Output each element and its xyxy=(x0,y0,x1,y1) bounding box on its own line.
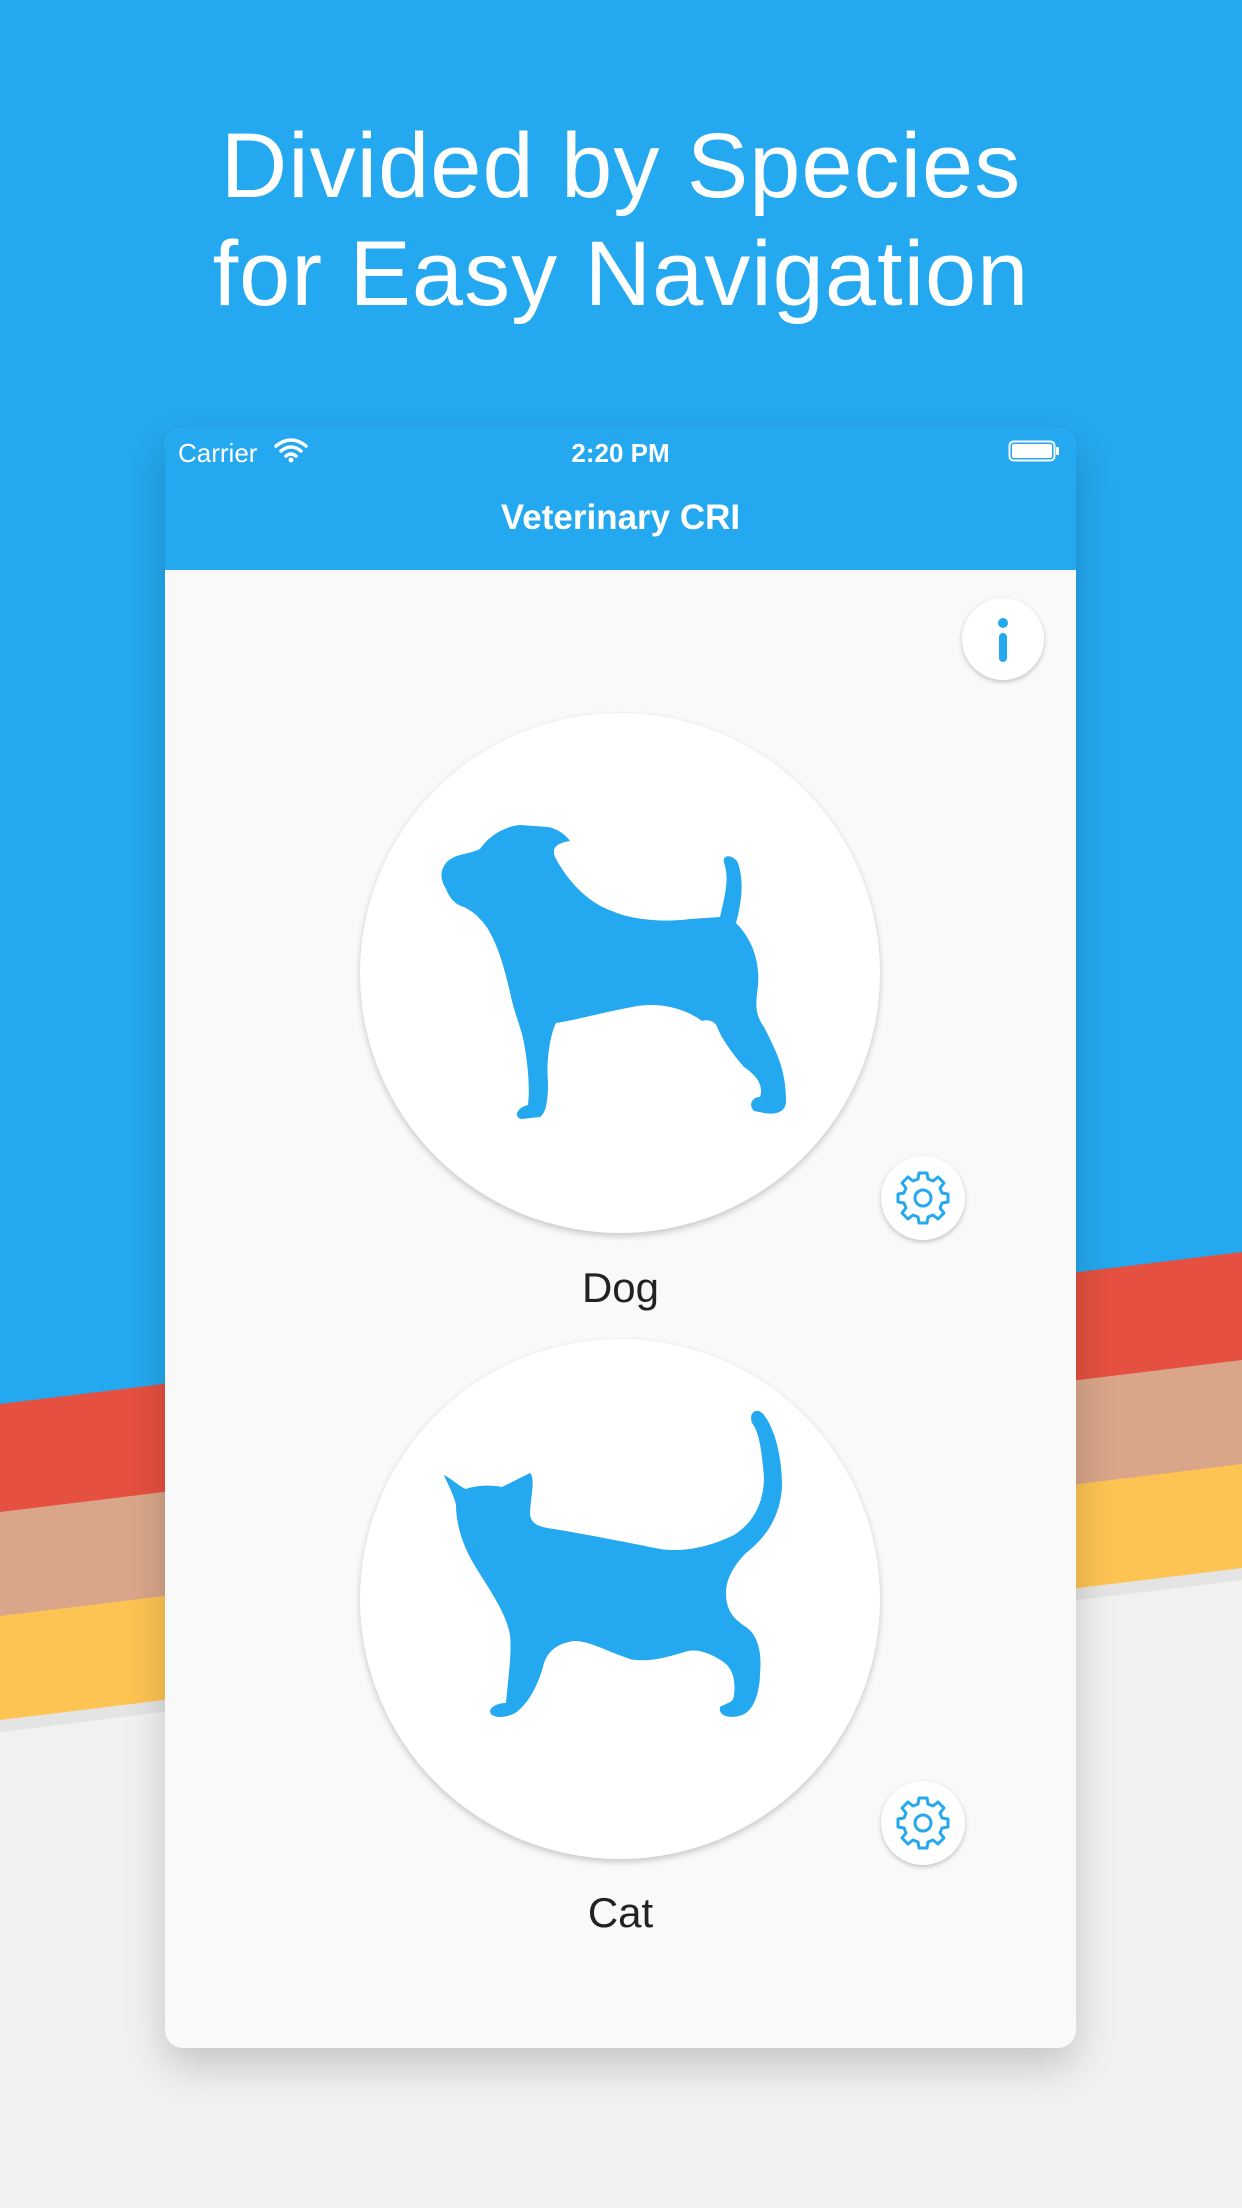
headline-line-2: for Easy Navigation xyxy=(212,223,1030,325)
status-bar: Carrier 2:20 PM xyxy=(165,428,1076,474)
info-icon xyxy=(998,618,1008,662)
cat-button[interactable] xyxy=(360,1339,880,1859)
phone-screen: Carrier 2:20 PM Veterinary CRI Dog Cat xyxy=(165,428,1076,2048)
status-time: 2:20 PM xyxy=(571,438,670,468)
nav-title: Veterinary CRI xyxy=(500,498,741,537)
cat-settings-button[interactable] xyxy=(881,1781,965,1865)
gear-icon xyxy=(896,1796,950,1850)
dog-button[interactable] xyxy=(360,713,880,1233)
info-button[interactable] xyxy=(962,598,1044,680)
dog-icon xyxy=(441,825,786,1119)
headline-line-1: Divided by Species xyxy=(220,115,1022,217)
navigation-bar: Carrier 2:20 PM Veterinary CRI xyxy=(165,428,1076,570)
dog-label: Dog xyxy=(581,1264,660,1311)
headline: Divided by Species for Easy Navigation xyxy=(0,112,1242,328)
dog-settings-button[interactable] xyxy=(881,1156,965,1240)
gear-icon xyxy=(896,1171,950,1225)
battery-icon xyxy=(1008,440,1059,462)
cat-label: Cat xyxy=(587,1889,654,1936)
cat-icon xyxy=(444,1410,782,1717)
